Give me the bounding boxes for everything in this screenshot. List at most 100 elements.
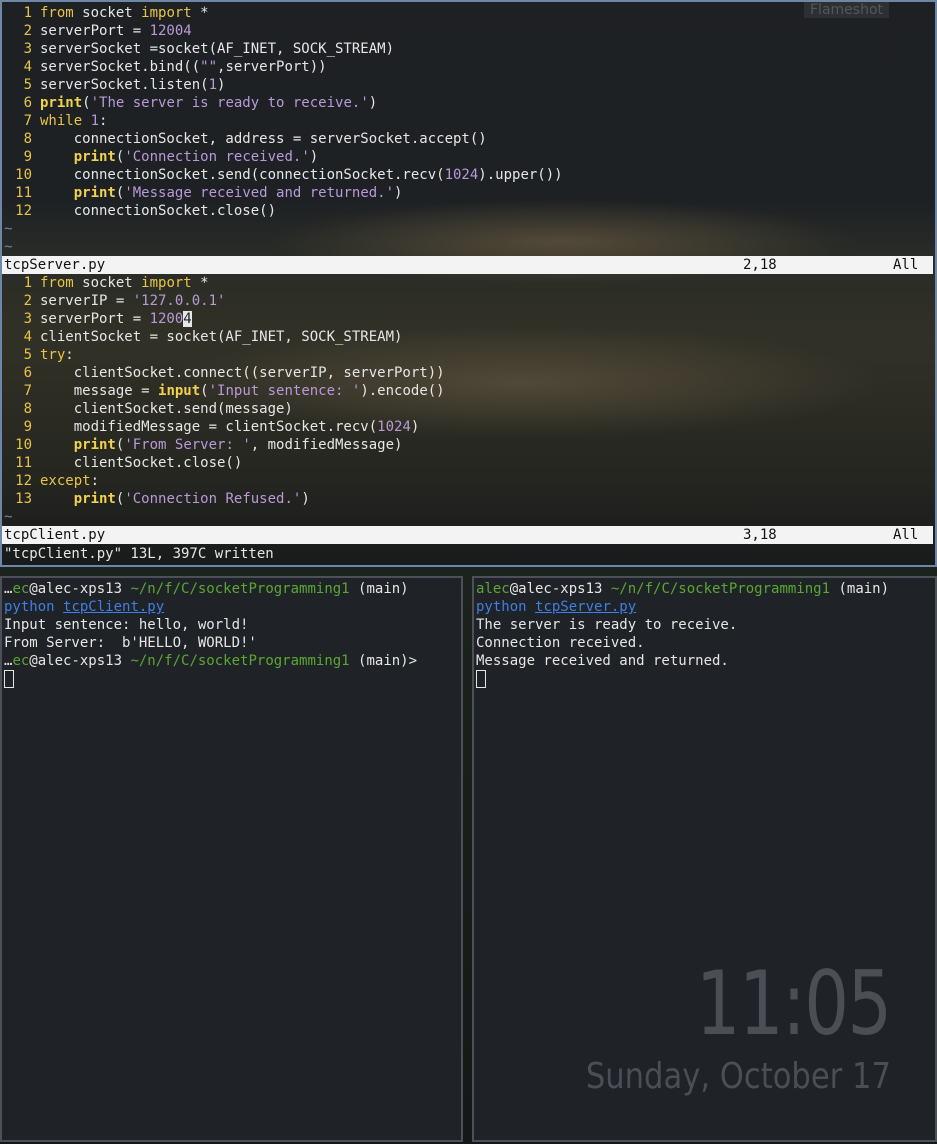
code-token: 'Input sentence: ' [208,383,361,399]
code-line[interactable]: 11 print('Message received and returned.… [2,184,935,202]
terminal-cursor [4,670,14,688]
line-number: 9 [23,419,32,435]
code-token: ) [301,491,310,507]
code-token: ) [217,77,226,93]
code-token: input [158,383,201,399]
line-content: serverSocket.bind(("",serverPort)) [40,58,327,76]
line-number: 10 [15,167,32,183]
code-token: * [191,275,209,291]
code-line[interactable]: 7 while 1: [2,112,935,130]
code-token: tcpClient.py [63,599,165,615]
line-number: 4 [23,329,32,345]
code-token: Connection received. [476,635,645,651]
code-token: ).encode() [360,383,445,399]
code-token: @alec-xps13 [29,653,131,669]
code-token: except [40,473,91,489]
line-content: print('Connection received.') [40,148,318,166]
code-token: serverSocket.listen( [40,77,209,93]
code-line[interactable]: 8 clientSocket.send(message) [2,400,935,418]
client-buffer[interactable]: 1 from socket import * 2 serverIP = '127.0.… [2,274,935,526]
line-number: 9 [23,149,32,165]
server-status-line: tcpServer.py 2,18 All [2,256,933,274]
code-token: "" [200,59,218,75]
code-token: ( [82,95,91,111]
line-content: clientSocket.connect((serverIP, serverPo… [40,364,445,382]
code-token: clientSocket = socket(AF_INET, SOCK_STRE… [40,329,403,345]
code-line[interactable]: 11 clientSocket.close() [2,454,935,472]
line-number: 12 [15,203,32,219]
code-token: ec [12,653,30,669]
code-token: ec [12,581,30,597]
terminal-line: Input sentence: hello, world! [4,616,417,634]
line-content: connectionSocket.close() [40,202,276,220]
line-content: print('From Server: ', modifiedMessage) [40,436,403,454]
code-token: serverSocket =socket(AF_INET, SOCK_STREA… [40,41,395,57]
status-filename: tcpServer.py [4,257,106,273]
code-line[interactable]: 12 connectionSocket.close() [2,202,935,220]
code-line[interactable]: 2 serverPort = 12004 [2,22,935,40]
code-token: clientSocket.connect((serverIP, serverPo… [40,365,445,381]
line-content: serverPort = 12004 [40,310,192,328]
line-content: connectionSocket.send(connectionSocket.r… [40,166,563,184]
code-token: print [73,437,116,453]
code-token: (main)> [349,653,418,669]
empty-line-marker: ~ [4,221,13,237]
code-line[interactable]: 2 serverIP = '127.0.0.1' [2,292,935,310]
code-token: try [40,347,66,363]
code-line[interactable]: 4 serverSocket.bind(("",serverPort)) [2,58,935,76]
code-token: print [73,491,116,507]
line-content: from socket import * [40,4,209,22]
code-line[interactable]: 4 clientSocket = socket(AF_INET, SOCK_STR… [2,328,935,346]
line-number: 5 [23,347,32,363]
code-line[interactable]: 9 print('Connection received.') [2,148,935,166]
line-content: print('Connection Refused.') [40,490,310,508]
code-token: ) [309,149,319,165]
code-token: ( [200,383,209,399]
line-number: 7 [23,113,32,129]
code-line[interactable]: 12 except: [2,472,935,490]
code-token: ~/n/f/C/socketProgramming1 [610,581,831,597]
vim-window[interactable]: Flameshot 1 from socket import * 2 serverPo… [0,0,937,567]
code-line[interactable]: 10 print('From Server: ', modifiedMessag… [2,436,935,454]
code-token: import [141,5,192,21]
code-line[interactable]: 7 message = input('Input sentence: ').en… [2,382,935,400]
code-line[interactable]: 13 print('Connection Refused.') [2,490,935,508]
line-number: 6 [23,95,32,111]
code-line[interactable]: 10 connectionSocket.send(connectionSocke… [2,166,935,184]
code-line[interactable]: 8 connectionSocket, address = serverSock… [2,130,935,148]
code-line[interactable]: 1 from socket import * [2,4,935,22]
client-status-line: tcpClient.py 3,18 All [2,526,933,544]
line-number: 13 [15,491,32,507]
code-line[interactable]: 6 clientSocket.connect((serverIP, server… [2,364,935,382]
empty-line-marker: ~ [4,239,13,255]
code-token: 'The server is ready to receive.' [90,95,369,111]
line-number: 12 [15,473,32,489]
terminal-line: …ec@alec-xps13 ~/n/f/C/socketProgramming… [4,580,417,598]
code-token: Input sentence: hello, world! [4,617,249,633]
code-line[interactable]: 5 serverSocket.listen(1) [2,76,935,94]
line-content: try: [40,346,74,364]
code-line[interactable]: 9 modifiedMessage = clientSocket.recv(10… [2,418,935,436]
code-token: ) [394,185,403,201]
line-number: 5 [23,77,32,93]
code-token: 1024 [444,167,479,183]
vim-command-line[interactable]: "tcpClient.py" 13L, 397C written [4,545,274,563]
code-line[interactable]: 5 try: [2,346,935,364]
line-content: print('Message received and returned.') [40,184,403,202]
code-token: print [73,185,116,201]
code-token: '127.0.0.1' [132,293,226,309]
code-token: 1024 [377,419,411,435]
code-line[interactable]: 6 print('The server is ready to receive.'… [2,94,935,112]
code-line[interactable]: 1 from socket import * [2,274,935,292]
server-buffer[interactable]: 1 from socket import * 2 serverPort = 12004… [2,4,935,256]
line-content: print('The server is ready to receive.') [40,94,377,112]
code-line[interactable]: 3 serverSocket =socket(AF_INET, SOCK_STRE… [2,40,935,58]
terminal-client[interactable]: …ec@alec-xps13 ~/n/f/C/socketProgramming… [0,576,463,1142]
terminal-line: python tcpServer.py [476,598,889,616]
code-token: ) [410,419,420,435]
code-line[interactable]: 3 serverPort = 12004 [2,310,935,328]
code-token: connectionSocket.close() [40,203,277,219]
code-token: clientSocket.close() [40,455,243,471]
